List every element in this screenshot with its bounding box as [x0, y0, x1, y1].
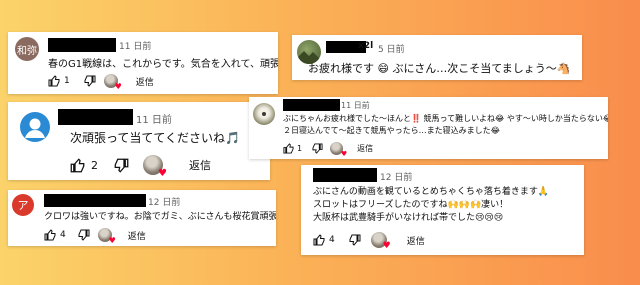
comment-card-5: 11 日前 ぶにちゃんお疲れ様でした〜ほんと‼️ 競馬って難しいよね😂 やす〜い…: [249, 97, 608, 159]
comment-card-3: ア 12 日前 クロワは強いですね。お陰でガミ、ぶにさんも桜花賞頑張っ 4 ♥ …: [8, 190, 276, 246]
heart-icon: ♥: [340, 150, 348, 158]
redacted-username: [313, 168, 377, 182]
comment-line-2: スロットはフリーズしたのですね🙌🙌🙌凄い！: [313, 200, 509, 210]
comment-card-4: x2l 5 日前 お疲れ様です 😄 ぶにさん…次こそ当てましょう〜🐴: [292, 35, 582, 80]
creator-heart-avatar: ♥: [97, 228, 116, 245]
dislike-icon[interactable]: [78, 229, 90, 241]
redacted-username: [44, 194, 146, 207]
user-avatar[interactable]: [253, 103, 275, 125]
comment-actions: 4 ♥ 返信: [44, 228, 146, 245]
comment-actions: 1 ♥ 返信: [283, 142, 373, 158]
comment-line-1: ぶにちゃんお疲れ様でした〜ほんと‼️ 競馬って難しいよね😂 やす〜い時しか当たら…: [283, 114, 608, 123]
creator-heart-avatar: ♥: [370, 232, 391, 251]
comment-time: 5 日前: [378, 45, 405, 55]
sheep-avatar-icon: [259, 108, 269, 118]
avatar-initials: ア: [17, 199, 29, 212]
heart-icon: ♥: [114, 82, 122, 91]
like-icon[interactable]: [70, 157, 85, 173]
like-count: 2: [91, 158, 98, 172]
comment-time: 12 日前: [148, 198, 181, 208]
comment-text: クロワは強いですね。お陰でガミ、ぶにさんも桜花賞頑張っ: [44, 212, 276, 222]
dislike-icon[interactable]: [312, 143, 323, 154]
comment-time: 11 日前: [341, 101, 370, 110]
like-icon[interactable]: [283, 143, 294, 154]
like-count: 4: [329, 235, 335, 245]
comment-line-2: ２日寝込んでて〜起きて競馬やったら…また寝込みました😂: [283, 126, 500, 135]
dislike-icon[interactable]: [349, 234, 361, 246]
comment-card-1: 和弥 11 日前 春のG1戦線は、これからです。気合を入れて、頑張ろう。 1 ♥…: [8, 32, 278, 94]
comment-time: 12 日前: [380, 173, 413, 183]
like-icon[interactable]: [313, 234, 325, 246]
redacted-username: [48, 38, 116, 52]
reply-button[interactable]: 返信: [136, 75, 154, 88]
like-count: 1: [297, 144, 303, 153]
creator-heart-avatar: ♥: [143, 155, 167, 179]
heart-icon: ♥: [382, 241, 391, 251]
comment-time: 11 日前: [119, 42, 152, 52]
heart-icon: ♥: [108, 236, 116, 245]
heart-icon: ♥: [158, 168, 167, 179]
comment-text: 春のG1戦線は、これからです。気合を入れて、頑張ろう。: [48, 59, 278, 70]
reply-button[interactable]: 返信: [128, 229, 146, 242]
creator-heart-avatar: ♥: [103, 74, 122, 91]
user-avatar[interactable]: ア: [12, 194, 34, 216]
like-icon[interactable]: [48, 75, 60, 87]
like-count: 1: [64, 76, 70, 86]
avatar-initials: 和弥: [17, 45, 37, 57]
comment-text: 次頑張って当ててくださいね🎵: [70, 131, 240, 145]
comment-card-6: 12 日前 ぶにさんの動画を観ているとめちゃくちゃ落ち着きます🙏 スロットはフリ…: [301, 165, 584, 255]
reply-button[interactable]: 返信: [357, 143, 373, 154]
redacted-username: [58, 109, 133, 125]
comment-text: お疲れ様です 😄 ぶにさん…次こそ当てましょう〜🐴: [308, 62, 571, 75]
default-user-avatar[interactable]: [20, 112, 50, 142]
comment-actions: 2 ♥ 返信: [70, 155, 211, 179]
like-count: 4: [60, 230, 66, 240]
comment-actions: 1 ♥ 返信: [48, 74, 154, 91]
dislike-icon[interactable]: [84, 75, 96, 87]
comment-line-1: ぶにさんの動画を観ているとめちゃくちゃ落ち着きます🙏: [313, 187, 550, 197]
redacted-username: [283, 99, 340, 111]
reply-button[interactable]: 返信: [407, 234, 425, 247]
user-avatar[interactable]: 和弥: [15, 37, 39, 61]
comment-card-2: 11 日前 次頑張って当ててくださいね🎵 2 ♥ 返信: [8, 102, 270, 180]
dislike-icon[interactable]: [114, 158, 129, 173]
user-handle: x2l: [358, 41, 374, 51]
default-user-icon: [25, 118, 45, 138]
comment-time: 11 日前: [136, 115, 172, 126]
creator-heart-avatar: ♥: [330, 142, 347, 158]
like-icon[interactable]: [44, 229, 56, 241]
comment-line-3: 大阪杯は武豊騎手がいなければ帯でした😢😢😢: [313, 213, 504, 223]
comment-actions: 4 ♥ 返信: [313, 232, 425, 251]
reply-button[interactable]: 返信: [189, 157, 211, 173]
